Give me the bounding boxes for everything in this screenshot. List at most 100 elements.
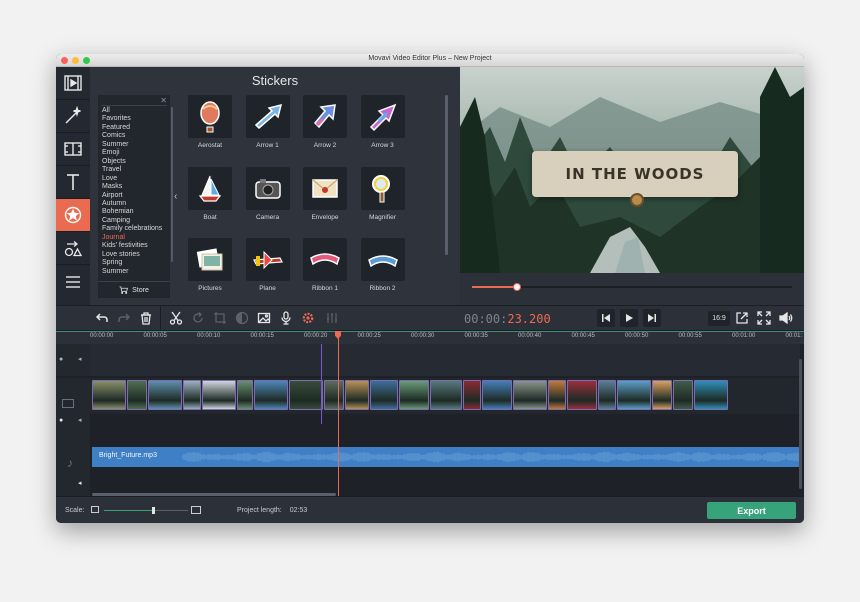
volume-button[interactable]: [776, 308, 796, 328]
rotate-button[interactable]: [188, 308, 208, 328]
sticker-thumbnail[interactable]: [303, 95, 347, 138]
import-tool-button[interactable]: [56, 67, 90, 100]
video-clip[interactable]: [598, 380, 616, 410]
split-button[interactable]: [166, 308, 186, 328]
sticker-thumbnail[interactable]: [188, 95, 232, 138]
scale-slider-handle[interactable]: [151, 507, 155, 514]
video-clip[interactable]: [617, 380, 651, 410]
video-clip[interactable]: [430, 380, 462, 410]
export-button[interactable]: Export: [707, 502, 796, 519]
record-audio-button[interactable]: [276, 308, 296, 328]
video-clip[interactable]: [652, 380, 672, 410]
stickers-tool-button[interactable]: [56, 199, 90, 232]
delete-button[interactable]: [136, 308, 156, 328]
category-scrollbar[interactable]: [171, 107, 173, 262]
transitions-tool-button[interactable]: [56, 133, 90, 166]
video-clip[interactable]: [92, 380, 126, 410]
overlay-lane[interactable]: [90, 344, 800, 376]
video-clip[interactable]: [237, 380, 253, 410]
sticker-item[interactable]: Magnifier: [360, 166, 405, 227]
video-clip[interactable]: [463, 380, 481, 410]
more-tools-button[interactable]: [56, 265, 90, 298]
category-item[interactable]: Love stories: [102, 251, 170, 259]
sticker-thumbnail[interactable]: [245, 166, 290, 210]
category-item[interactable]: Summer: [102, 141, 170, 149]
category-item[interactable]: Emoji: [102, 149, 170, 157]
sticker-item[interactable]: Camera: [245, 166, 290, 227]
sticker-thumbnail[interactable]: [245, 95, 290, 138]
store-button[interactable]: Store: [98, 281, 170, 298]
sticker-item[interactable]: Aerostat: [188, 95, 232, 155]
detach-preview-button[interactable]: [732, 308, 752, 328]
speaker-icon[interactable]: ◂: [78, 355, 82, 363]
category-item[interactable]: Travel: [102, 166, 170, 174]
audio-clip[interactable]: Bright_Future.mp3: [92, 447, 800, 467]
zoom-out-icon[interactable]: [91, 506, 99, 513]
sticker-thumbnail[interactable]: [303, 166, 347, 210]
filters-tool-button[interactable]: [56, 100, 90, 133]
category-search-input[interactable]: ✕: [101, 96, 167, 106]
video-clip[interactable]: [567, 380, 597, 410]
preview-progress-handle[interactable]: [512, 283, 521, 291]
video-clip[interactable]: [694, 380, 728, 410]
video-clip[interactable]: [183, 380, 201, 410]
aspect-ratio-button[interactable]: 16:9: [708, 311, 730, 326]
sticker-item[interactable]: Ribbon 2: [360, 238, 405, 298]
category-item[interactable]: All: [102, 107, 170, 115]
video-lane[interactable]: [90, 378, 800, 414]
video-clip[interactable]: [399, 380, 429, 410]
sticker-item[interactable]: Arrow 3: [360, 95, 405, 155]
sticker-item[interactable]: Arrow 1: [245, 95, 290, 155]
sticker-thumbnail[interactable]: [360, 238, 405, 281]
eye-icon[interactable]: ●: [59, 417, 63, 424]
timeline-vertical-scrollbar[interactable]: [799, 359, 802, 489]
play-button[interactable]: [620, 309, 638, 327]
category-item[interactable]: Love: [102, 175, 170, 183]
video-clip[interactable]: [482, 380, 512, 410]
category-item[interactable]: Comics: [102, 132, 170, 140]
settings-button[interactable]: [298, 308, 318, 328]
sticker-thumbnail[interactable]: [188, 238, 232, 281]
category-item[interactable]: Airport: [102, 192, 170, 200]
category-item[interactable]: Autumn: [102, 200, 170, 208]
category-item[interactable]: Spring: [102, 259, 170, 267]
sticker-thumbnail[interactable]: [303, 238, 347, 281]
video-clip[interactable]: [324, 380, 344, 410]
video-clip[interactable]: [548, 380, 566, 410]
timeline-ruler[interactable]: 00:00:00 00:00:05 00:00:10 00:00:15 00:00:20…: [56, 331, 804, 344]
category-item[interactable]: Favorites: [102, 115, 170, 123]
sticker-item[interactable]: Boat: [188, 166, 232, 227]
redo-button[interactable]: [114, 308, 134, 328]
sticker-item[interactable]: Arrow 2: [303, 95, 347, 155]
video-clip[interactable]: [673, 380, 693, 410]
video-clip[interactable]: [254, 380, 288, 410]
audio-equalizer-button[interactable]: [322, 308, 342, 328]
sticker-thumbnail[interactable]: [245, 238, 290, 281]
speaker-icon[interactable]: ◂: [78, 416, 82, 424]
video-preview[interactable]: IN THE WOODS: [460, 67, 804, 273]
sticker-item[interactable]: Envelope: [303, 166, 347, 227]
color-adjust-button[interactable]: [232, 308, 252, 328]
title-overlay[interactable]: IN THE WOODS: [532, 151, 738, 197]
category-item[interactable]: Camping: [102, 217, 170, 225]
callouts-tool-button[interactable]: [56, 232, 90, 265]
sticker-thumbnail[interactable]: [188, 166, 232, 210]
next-frame-button[interactable]: [643, 309, 661, 327]
titles-tool-button[interactable]: [56, 166, 90, 199]
clip-properties-button[interactable]: [254, 308, 274, 328]
sticker-item[interactable]: Plane: [245, 238, 290, 298]
previous-frame-button[interactable]: [597, 309, 615, 327]
fullscreen-button[interactable]: [754, 308, 774, 328]
sticker-thumbnail[interactable]: [360, 95, 405, 138]
sticker-grid-scrollbar[interactable]: [445, 95, 448, 255]
undo-button[interactable]: [92, 308, 112, 328]
video-clip[interactable]: [148, 380, 182, 410]
category-item[interactable]: Objects: [102, 158, 170, 166]
category-item[interactable]: Summer: [102, 268, 170, 276]
clear-search-icon[interactable]: ✕: [160, 96, 167, 105]
category-item[interactable]: Family celebrations: [102, 225, 170, 233]
video-clip[interactable]: [370, 380, 398, 410]
sticker-item[interactable]: Pictures: [188, 238, 232, 298]
category-item[interactable]: Kids' festivities: [102, 242, 170, 250]
playhead[interactable]: [338, 331, 339, 496]
